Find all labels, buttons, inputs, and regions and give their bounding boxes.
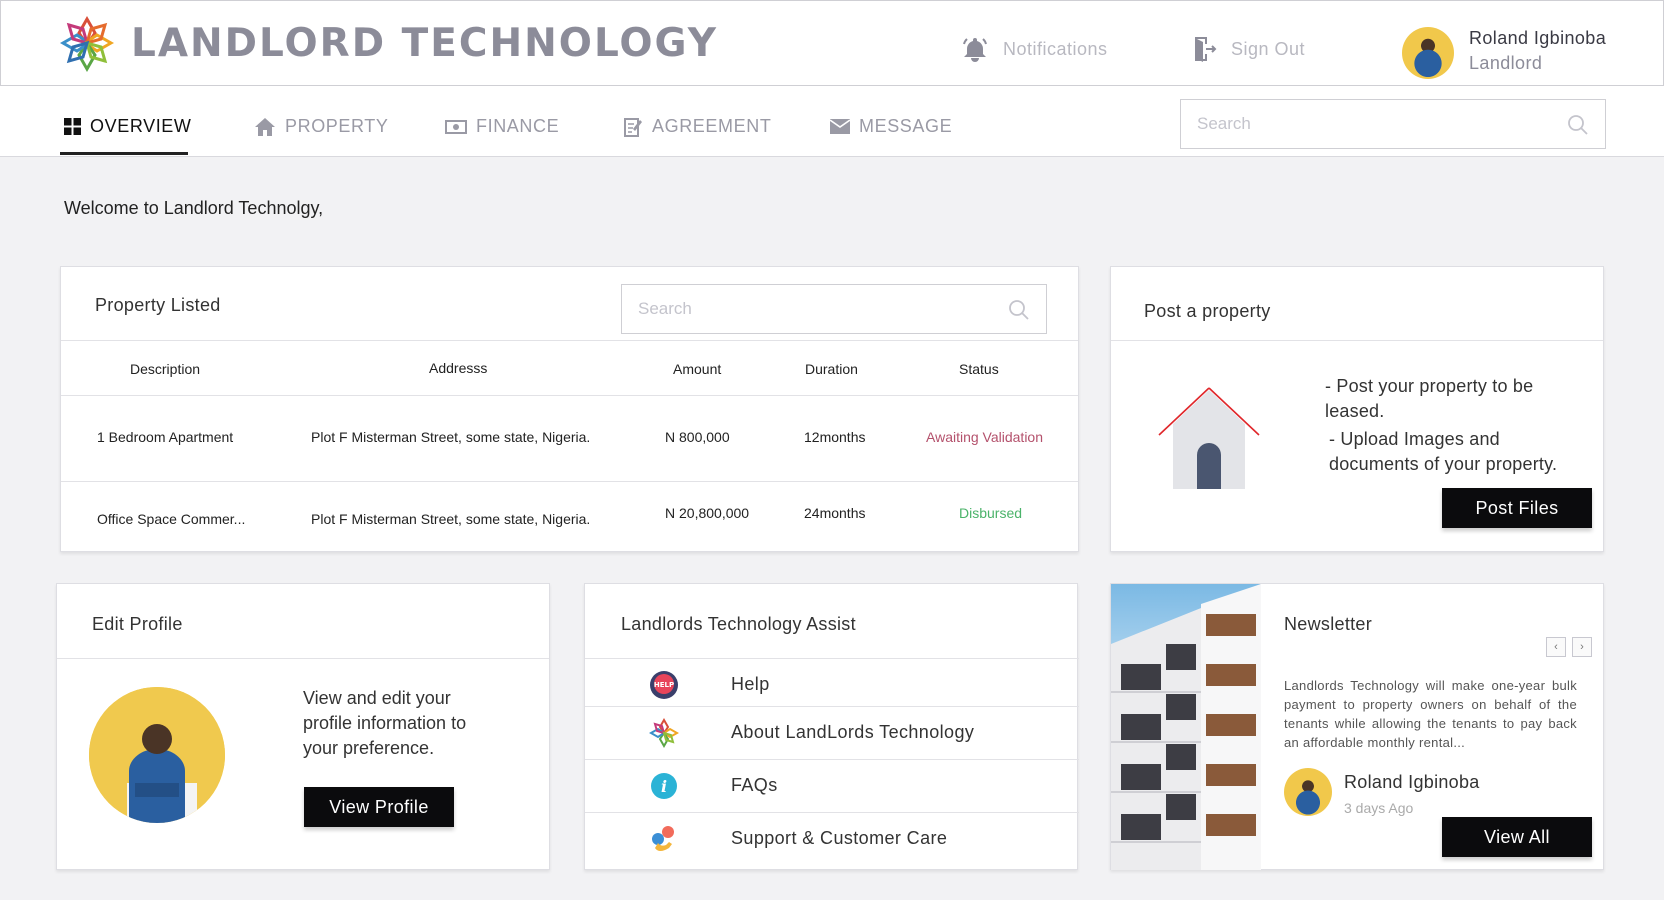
property-search[interactable] xyxy=(621,284,1047,334)
assist-item-help[interactable]: HELP Help xyxy=(585,658,1079,710)
document-edit-icon xyxy=(624,117,642,137)
assist-item-faqs[interactable]: i FAQs xyxy=(585,759,1079,811)
property-search-input[interactable] xyxy=(622,285,1046,333)
post-hint-2: - Upload Images and documents of your pr… xyxy=(1329,429,1558,474)
profile-portrait-image xyxy=(89,687,225,823)
assist-card: Landlords Technology Assist HELP Help Ab… xyxy=(584,583,1079,870)
status-badge: Awaiting Validation xyxy=(926,429,1044,445)
support-phone-icon xyxy=(652,826,674,851)
view-profile-button[interactable]: View Profile xyxy=(304,787,454,827)
tab-finance-label: FINANCE xyxy=(476,116,560,136)
grid-icon xyxy=(64,118,81,135)
view-all-button[interactable]: View All xyxy=(1442,817,1592,857)
assist-item-support[interactable]: Support & Customer Care xyxy=(585,812,1079,864)
chevron-right-icon: › xyxy=(1580,641,1584,653)
notifications-link[interactable]: Notifications xyxy=(961,35,1108,63)
brand-name[interactable]: LANDLORD TECHNOLOGY xyxy=(131,21,718,66)
edit-profile-card: Edit Profile View and edit your profile … xyxy=(56,583,550,870)
assist-item-label: About LandLords Technology xyxy=(731,722,975,742)
door-exit-icon xyxy=(1195,37,1217,62)
row-address: Plot F Misterman Street, some state, Nig… xyxy=(311,429,591,445)
row-address: Plot F Misterman Street, some state, Nig… xyxy=(311,511,591,527)
signout-link[interactable]: Sign Out xyxy=(1193,35,1305,63)
property-listed-title: Property Listed xyxy=(95,295,221,315)
status-badge: Disbursed xyxy=(959,505,1023,521)
row-amount: N 20,800,000 xyxy=(665,505,750,521)
newsletter-body: Landlords Technology will make one-year … xyxy=(1284,678,1577,750)
newsletter-title: Newsletter xyxy=(1284,614,1373,634)
author-avatar xyxy=(1284,768,1332,816)
assist-item-about[interactable]: About LandLords Technology xyxy=(585,706,1079,758)
svg-text:HELP: HELP xyxy=(654,681,674,689)
tab-overview[interactable]: OVERVIEW xyxy=(64,116,192,137)
col-amount: Amount xyxy=(673,361,722,377)
chevron-left-icon: ‹ xyxy=(1554,641,1558,653)
user-role: Landlord xyxy=(1469,53,1543,73)
help-badge-icon: HELP xyxy=(650,671,678,699)
house-illustration xyxy=(1158,387,1260,489)
brand-flower-icon xyxy=(649,718,679,748)
top-header: LANDLORD TECHNOLOGY Notifications Sign O… xyxy=(0,0,1664,86)
envelope-icon xyxy=(830,119,850,134)
tab-agreement[interactable]: AGREEMENT xyxy=(624,116,771,137)
info-icon: i xyxy=(651,773,677,799)
newsletter-building-image xyxy=(1111,584,1261,870)
global-search-input[interactable] xyxy=(1181,100,1605,148)
signout-label: Sign Out xyxy=(1231,38,1306,59)
assist-item-label: FAQs xyxy=(731,775,778,795)
welcome-message: Welcome to Landlord Technolgy, xyxy=(64,198,324,218)
assist-item-label: Support & Customer Care xyxy=(731,828,948,848)
search-icon[interactable] xyxy=(1567,114,1589,136)
active-tab-indicator xyxy=(60,152,188,155)
row-description: 1 Bedroom Apartment xyxy=(97,429,234,445)
money-icon xyxy=(445,119,467,134)
post-property-title: Post a property xyxy=(1144,301,1271,321)
newsletter-card: Newsletter ‹ › Landlords Technology will… xyxy=(1110,583,1604,870)
col-status: Status xyxy=(959,361,999,377)
search-icon[interactable] xyxy=(1008,299,1030,321)
profile-photo[interactable] xyxy=(89,687,225,823)
post-property-card: Post a property - Post your property to … xyxy=(1110,266,1604,552)
row-amount: N 800,000 xyxy=(665,429,730,445)
brand-flower-icon[interactable] xyxy=(59,15,115,73)
newsletter-author: Roland Igbinoba xyxy=(1344,772,1480,792)
tab-message[interactable]: MESSAGE xyxy=(830,116,952,137)
tab-agreement-label: AGREEMENT xyxy=(652,116,772,136)
col-address: Addresss xyxy=(429,360,488,376)
row-duration: 24months xyxy=(804,505,866,521)
tab-overview-label: OVERVIEW xyxy=(90,116,192,136)
property-listed-card: Property Listed Description Addresss Amo… xyxy=(60,266,1079,552)
edit-profile-title: Edit Profile xyxy=(92,614,183,634)
prev-arrow[interactable]: ‹ xyxy=(1546,637,1566,657)
col-description: Description xyxy=(130,361,201,377)
tab-finance[interactable]: FINANCE xyxy=(445,116,559,137)
notifications-label: Notifications xyxy=(1003,38,1108,59)
row-duration: 12months xyxy=(804,429,866,445)
next-arrow[interactable]: › xyxy=(1572,637,1592,657)
main-nav: OVERVIEW PROPERTY FINANCE AGREEMENT MESS… xyxy=(0,86,1664,157)
global-search[interactable] xyxy=(1180,99,1606,149)
newsletter-timestamp: 3 days Ago xyxy=(1344,800,1414,816)
tab-property-label: PROPERTY xyxy=(285,116,389,136)
tab-message-label: MESSAGE xyxy=(859,116,953,136)
post-hint-1: - Post your property to be leased. xyxy=(1325,376,1534,421)
bell-icon xyxy=(963,38,987,62)
svg-text:i: i xyxy=(661,777,667,796)
col-duration: Duration xyxy=(805,361,858,377)
user-avatar[interactable] xyxy=(1402,27,1454,79)
edit-profile-description: View and edit your profile information t… xyxy=(303,688,467,758)
post-files-button[interactable]: Post Files xyxy=(1442,488,1592,528)
home-icon xyxy=(255,117,275,136)
row-description: Office Space Commer... xyxy=(97,511,246,527)
tab-property[interactable]: PROPERTY xyxy=(254,116,389,137)
assist-item-label: Help xyxy=(731,674,770,694)
assist-title: Landlords Technology Assist xyxy=(621,614,856,634)
user-name[interactable]: Roland Igbinoba xyxy=(1469,28,1606,49)
